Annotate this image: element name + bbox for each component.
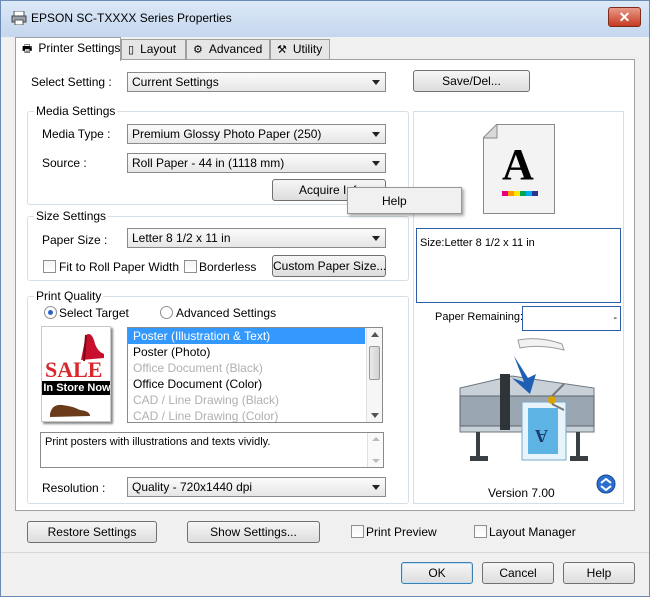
media-type-label: Media Type : xyxy=(42,127,111,141)
borderless-label: Borderless xyxy=(199,260,257,274)
media-type-value: Premium Glossy Photo Paper (250) xyxy=(132,127,322,141)
page-layout-icon: ▯ xyxy=(128,44,135,56)
print-quality-title: Print Quality xyxy=(34,289,104,303)
context-menu-help[interactable]: Help xyxy=(352,191,458,211)
paper-size-label: Paper Size : xyxy=(42,233,108,247)
description-scrollbar[interactable] xyxy=(367,433,383,467)
target-list: Poster (Illustration & Text) Poster (Phot… xyxy=(128,328,382,423)
color-bar-icon xyxy=(502,191,538,196)
target-scrollbar[interactable] xyxy=(366,328,382,422)
help-button[interactable]: Help xyxy=(563,562,635,584)
paper-remaining-value: - xyxy=(613,312,617,324)
chevron-down-icon xyxy=(372,80,380,85)
scroll-down-icon[interactable] xyxy=(372,459,380,463)
resolution-dropdown[interactable]: Quality - 720x1440 dpi xyxy=(127,477,386,497)
cancel-button[interactable]: Cancel xyxy=(482,562,554,584)
print-preview-label: Print Preview xyxy=(366,525,437,539)
target-list-item[interactable]: Office Document (Color) xyxy=(128,376,365,392)
page-preview-letter: A xyxy=(502,140,534,189)
media-settings-title: Media Settings xyxy=(34,104,118,118)
size-info-text: Size:Letter 8 1/2 x 11 in xyxy=(420,237,535,249)
page-fold-icon xyxy=(483,124,498,139)
printer-icon: 🖶 xyxy=(22,43,33,55)
target-listbox[interactable]: Poster (Illustration & Text) Poster (Phot… xyxy=(127,327,383,423)
select-setting-label: Select Setting : xyxy=(31,75,112,89)
poster-target-image: SALE In Store Now xyxy=(41,326,111,422)
size-settings-title: Size Settings xyxy=(34,209,109,223)
target-list-item: CAD / Line Drawing (Color) xyxy=(133,409,279,423)
printer-settings-panel: Select Setting : Current Settings Save/D… xyxy=(15,59,635,511)
select-target-label: Select Target xyxy=(59,306,129,320)
print-preview-checkbox[interactable] xyxy=(351,525,364,538)
refresh-icon[interactable] xyxy=(596,474,616,494)
restore-settings-button[interactable]: Restore Settings xyxy=(27,521,157,543)
borderless-checkbox[interactable] xyxy=(184,260,197,273)
layout-manager-checkbox[interactable] xyxy=(474,525,487,538)
target-list-item: Office Document (Black) xyxy=(133,361,263,375)
in-store-now-text: In Store Now xyxy=(42,381,111,395)
custom-paper-size-button[interactable]: Custom Paper Size... xyxy=(272,255,386,277)
source-value: Roll Paper - 44 in (1118 mm) xyxy=(132,156,285,170)
tab-layout[interactable]: ▯ Layout xyxy=(121,39,186,59)
source-label: Source : xyxy=(42,156,87,170)
scroll-up-icon[interactable] xyxy=(372,437,380,441)
scrollbar-thumb[interactable] xyxy=(369,346,380,380)
wrench-icon: ⚒ xyxy=(277,44,287,56)
target-list-item: CAD / Line Drawing (Black) xyxy=(133,393,280,407)
fit-roll-label: Fit to Roll Paper Width xyxy=(59,260,180,274)
paper-size-dropdown[interactable]: Letter 8 1/2 x 11 in xyxy=(127,228,386,248)
save-del-button[interactable]: Save/Del... xyxy=(413,70,530,92)
tab-label: Advanced xyxy=(208,42,263,56)
bottom-divider xyxy=(1,552,649,553)
tab-label: Printer Settings xyxy=(38,41,121,55)
tab-printer-settings[interactable]: 🖶 Printer Settings xyxy=(15,37,121,61)
paper-remaining-field: - xyxy=(522,306,621,331)
select-target-radio[interactable] xyxy=(44,306,57,319)
tab-label: Layout xyxy=(140,42,177,56)
tab-label: Utility xyxy=(292,42,323,56)
brown-shoe-icon xyxy=(50,404,90,417)
size-info-box: Size:Letter 8 1/2 x 11 in xyxy=(416,228,621,303)
tab-utility[interactable]: ⚒ Utility xyxy=(270,39,330,59)
select-setting-dropdown[interactable]: Current Settings xyxy=(127,72,386,92)
chevron-down-icon xyxy=(372,132,380,137)
printout-letter: A xyxy=(535,426,548,446)
ok-button[interactable]: OK xyxy=(401,562,473,584)
context-menu: Help xyxy=(347,187,462,214)
target-list-item[interactable]: Poster (Photo) xyxy=(128,344,365,360)
layout-manager-label: Layout Manager xyxy=(489,525,576,539)
window-title: EPSON SC-TXXXX Series Properties xyxy=(31,11,232,25)
chevron-down-icon xyxy=(372,485,380,490)
advanced-settings-label: Advanced Settings xyxy=(176,306,277,320)
select-setting-value: Current Settings xyxy=(132,75,219,89)
paper-remaining-label: Paper Remaining: xyxy=(435,311,524,323)
version-text: Version 7.00 xyxy=(488,486,555,500)
paper-size-value: Letter 8 1/2 x 11 in xyxy=(132,231,231,245)
chevron-down-icon xyxy=(372,236,380,241)
preview-pane: A Size:Letter 8 1/2 x 11 in Paper Remain… xyxy=(413,111,624,504)
gear-icon: ⚙ xyxy=(193,44,203,56)
description-box: Print posters with illustrations and tex… xyxy=(40,432,384,468)
scroll-down-icon[interactable] xyxy=(371,413,379,418)
large-format-printer-icon xyxy=(459,338,595,461)
description-text: Print posters with illustrations and tex… xyxy=(45,436,271,448)
title-bar[interactable]: EPSON SC-TXXXX Series Properties ✕ xyxy=(1,1,649,37)
source-dropdown[interactable]: Roll Paper - 44 in (1118 mm) xyxy=(127,153,386,173)
close-button[interactable]: ✕ xyxy=(608,7,641,27)
fit-roll-checkbox[interactable] xyxy=(43,260,56,273)
resolution-value: Quality - 720x1440 dpi xyxy=(132,480,253,494)
chevron-down-icon xyxy=(372,161,380,166)
printer-icon xyxy=(11,11,27,25)
properties-dialog: EPSON SC-TXXXX Series Properties ✕ 🖶 Prin… xyxy=(0,0,650,597)
scroll-up-icon[interactable] xyxy=(371,332,379,337)
show-settings-button[interactable]: Show Settings... xyxy=(187,521,320,543)
resolution-label: Resolution : xyxy=(42,481,106,495)
target-list-item[interactable]: Poster (Illustration & Text) xyxy=(128,328,365,344)
tab-advanced[interactable]: ⚙ Advanced xyxy=(186,39,270,59)
sale-text: SALE xyxy=(45,357,103,382)
media-type-dropdown[interactable]: Premium Glossy Photo Paper (250) xyxy=(127,124,386,144)
advanced-settings-radio[interactable] xyxy=(160,306,173,319)
